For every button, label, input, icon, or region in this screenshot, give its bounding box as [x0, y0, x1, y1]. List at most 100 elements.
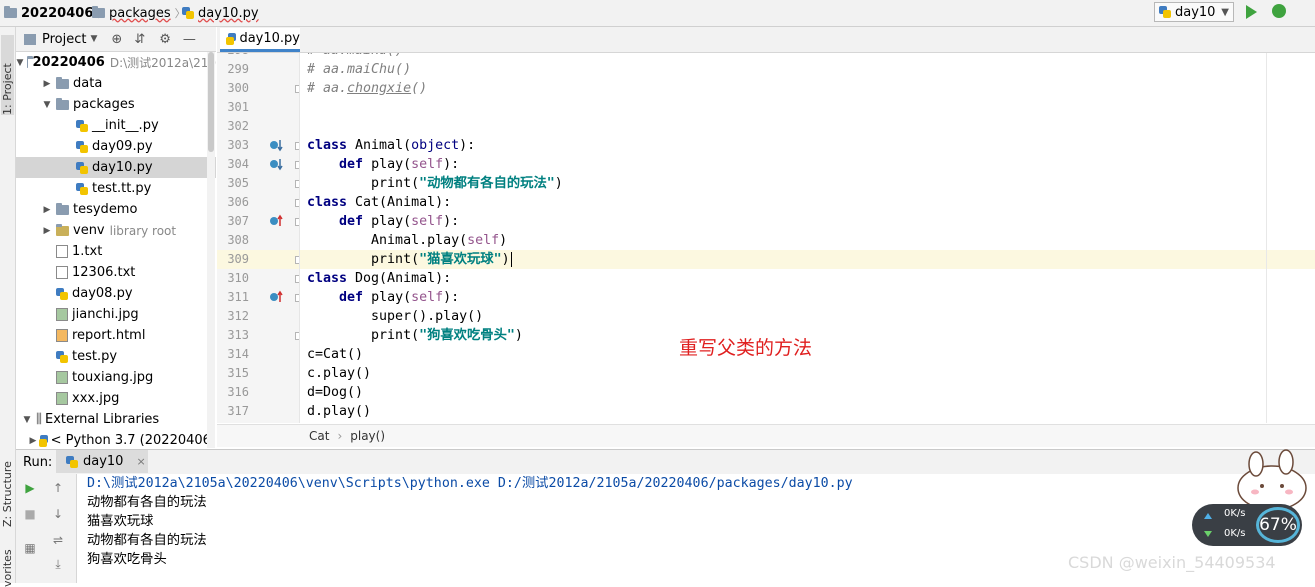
rerun-icon[interactable]: ▶ — [22, 480, 38, 496]
tree-item[interactable]: touxiang.jpg — [16, 367, 216, 388]
overrides-method-icon[interactable] — [269, 290, 283, 304]
code-line[interactable]: Animal.play(self) — [307, 231, 507, 250]
code-line[interactable]: print("动物都有各自的玩法") — [307, 174, 563, 193]
image-file-icon — [56, 371, 68, 384]
breadcrumb-method[interactable]: play() — [350, 429, 385, 443]
tree-item-label: touxiang.jpg — [72, 370, 154, 385]
tree-item-label: 12306.txt — [72, 265, 136, 280]
breadcrumb-file[interactable]: day10.py — [182, 5, 259, 21]
tree-item[interactable]: day09.py — [16, 136, 216, 157]
tree-item[interactable]: ▶ data — [16, 73, 216, 94]
code-line[interactable]: def play(self): — [307, 155, 459, 174]
line-number: 303 — [227, 138, 249, 152]
run-configuration-label: day10 — [1175, 4, 1216, 20]
scroll-to-end-icon[interactable]: ⤓ — [50, 556, 66, 572]
tree-item[interactable]: xxx.jpg — [16, 388, 216, 409]
editor-tab-day10[interactable]: day10.py — [220, 28, 300, 52]
chevron-down-icon[interactable]: ▼ — [16, 58, 23, 68]
chevron-right-icon[interactable]: ▶ — [42, 79, 52, 89]
python-file-icon — [56, 350, 68, 363]
folder-icon — [56, 76, 69, 89]
layout-icon[interactable]: ▦ — [22, 540, 38, 556]
run-tab-day10[interactable]: day10 × — [56, 450, 148, 473]
text-file-icon — [56, 245, 68, 258]
tree-item[interactable]: ▼ packages — [16, 94, 216, 115]
code-line[interactable]: d=Dog() — [307, 383, 363, 402]
code-editor[interactable]: # aa.maiku()# aa.maiChu()# aa.chongxie()… — [300, 53, 1315, 423]
gear-icon[interactable]: ⚙ — [159, 32, 171, 47]
code-line[interactable]: class Cat(Animal): — [307, 193, 451, 212]
tree-item[interactable]: test.tt.py — [16, 178, 216, 199]
html-file-icon — [56, 329, 68, 342]
tree-item[interactable]: day10.py — [16, 157, 216, 178]
code-line[interactable]: class Dog(Animal): — [307, 269, 451, 288]
chevron-right-icon[interactable]: ▶ — [42, 205, 52, 215]
tree-item[interactable]: ▼ ⫼ External Libraries — [16, 409, 216, 430]
python-file-icon — [76, 182, 88, 195]
run-icon[interactable] — [1246, 5, 1257, 19]
code-line[interactable]: super().play() — [307, 307, 483, 326]
overrides-method-icon[interactable] — [269, 214, 283, 228]
tree-item[interactable]: day08.py — [16, 283, 216, 304]
chevron-right-icon[interactable]: ▶ — [42, 226, 52, 236]
scrollbar-thumb[interactable] — [208, 52, 214, 152]
soft-wrap-icon[interactable]: ⇌ — [50, 532, 66, 548]
tree-item[interactable]: report.html — [16, 325, 216, 346]
debug-icon[interactable] — [1272, 4, 1286, 18]
tree-item[interactable]: ▶ tesydemo — [16, 199, 216, 220]
overridden-method-icon[interactable] — [269, 157, 283, 171]
chevron-down-icon[interactable]: ▼ — [90, 34, 97, 44]
code-line[interactable]: c=Cat() — [307, 345, 363, 364]
run-configuration-select[interactable]: day10 ▼ — [1154, 2, 1234, 22]
project-tool-tab[interactable]: 1: Project — [1, 35, 14, 115]
text-file-icon — [56, 266, 68, 279]
close-icon[interactable]: × — [136, 455, 145, 468]
tree-item[interactable]: jianchi.jpg — [16, 304, 216, 325]
structure-tool-tab[interactable]: Z: Structure — [1, 447, 14, 527]
breadcrumb-class[interactable]: Cat — [309, 429, 329, 443]
stop-icon[interactable]: ■ — [22, 506, 38, 522]
image-file-icon — [56, 392, 68, 405]
run-panel-label: Run: — [23, 454, 53, 470]
tree-item-label: < Python 3.7 (20220406) — [50, 433, 216, 448]
chevron-down-icon[interactable]: ▼ — [42, 100, 52, 110]
folder-icon — [56, 223, 69, 236]
chevron-right-icon[interactable]: ▶ — [30, 436, 37, 446]
locate-icon[interactable]: ⊕ — [111, 32, 122, 47]
tree-item-label: venv — [73, 223, 105, 238]
image-file-icon — [56, 308, 68, 321]
code-line[interactable]: # aa.maiku() — [307, 53, 403, 60]
tree-item-label: test.py — [72, 349, 118, 364]
code-line[interactable]: # aa.chongxie() — [307, 79, 427, 98]
arrow-up-icon[interactable]: ↑ — [50, 480, 66, 496]
tree-item[interactable]: __init__.py — [16, 115, 216, 136]
code-line[interactable]: print("猫喜欢玩球") — [307, 250, 512, 269]
tree-item[interactable]: ▶ venv library root — [16, 220, 216, 241]
tree-item[interactable]: test.py — [16, 346, 216, 367]
collapse-all-icon[interactable]: ⇵ — [134, 32, 145, 47]
chevron-down-icon[interactable]: ▼ — [22, 415, 32, 425]
code-line[interactable]: class Animal(object): — [307, 136, 475, 155]
code-line[interactable]: def play(self): — [307, 212, 459, 231]
minimize-icon[interactable]: — — [183, 32, 196, 47]
breadcrumb-packages[interactable]: packages 〉 — [92, 5, 186, 21]
arrow-down-icon[interactable]: ↓ — [50, 506, 66, 522]
tree-item-label: packages — [73, 97, 135, 112]
project-view-selector[interactable]: Project — [42, 32, 86, 47]
tree-item[interactable]: ▼ 20220406 D:\测试2012a\210 — [16, 52, 216, 73]
code-line[interactable]: c.play() — [307, 364, 371, 383]
code-line[interactable]: d.play() — [307, 402, 371, 421]
overridden-method-icon[interactable] — [269, 138, 283, 152]
favorites-tool-tab[interactable]: vorites — [1, 547, 14, 587]
code-line[interactable]: # aa.maiChu() — [307, 60, 411, 79]
tree-item[interactable]: 1.txt — [16, 241, 216, 262]
library-icon: ⫼ — [36, 412, 42, 427]
line-number: 301 — [227, 100, 249, 114]
line-number: 314 — [227, 347, 249, 361]
code-line[interactable]: print("狗喜欢吃骨头") — [307, 326, 523, 345]
tree-item[interactable]: ▶ < Python 3.7 (20220406) — [16, 430, 217, 448]
code-line[interactable]: def play(self): — [307, 288, 459, 307]
line-number: 305 — [227, 176, 249, 190]
tree-item[interactable]: 12306.txt — [16, 262, 216, 283]
project-tree-scrollbar[interactable] — [207, 52, 215, 448]
